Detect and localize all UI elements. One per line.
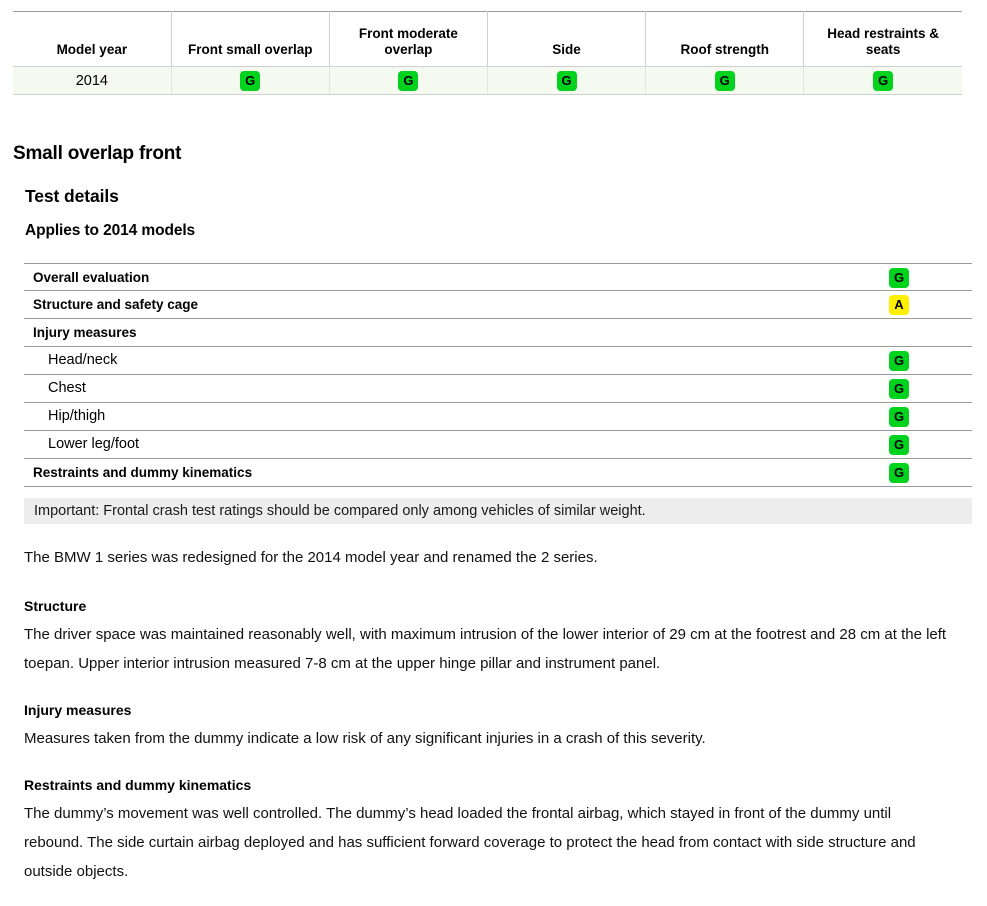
detail-row-label: Lower leg/foot: [48, 436, 140, 452]
rating-badge-g: G: [889, 407, 909, 427]
detail-row-rating: G: [889, 463, 909, 483]
body-block-text: The driver space was maintained reasonab…: [24, 626, 947, 672]
body-block-text: The dummy’s movement was well controlled…: [24, 805, 916, 880]
detail-row: Head/neck G: [24, 347, 972, 375]
body-block: Restraints and dummy kinematics The dummy…: [24, 773, 954, 886]
rating-badge-a: A: [889, 295, 909, 315]
detail-row-rating: G: [889, 379, 909, 399]
detail-evaluation-list: Overall evaluation G Structure and safety …: [24, 263, 972, 487]
table-header-row: Model year Front small overlap Front moder…: [13, 11, 962, 67]
detail-row-rating: G: [889, 407, 909, 427]
body-block: Structure The driver space was maintained…: [24, 594, 954, 678]
applies-to-label: Applies to 2014 models: [25, 222, 196, 239]
body-block: Injury measures Measures taken from the d…: [24, 698, 954, 753]
detail-row: Injury measures: [24, 319, 972, 347]
column-header: Model year: [13, 11, 172, 67]
rating-badge-g: G: [398, 70, 419, 91]
detail-row-label: Hip/thigh: [48, 408, 106, 424]
detail-row: Hip/thigh G: [24, 403, 972, 431]
ratings-table: Model year Front small overlap Front moder…: [13, 11, 962, 95]
detail-row-rating: A: [889, 295, 909, 315]
column-header: Roof strength: [645, 11, 805, 67]
rating-badge-g: G: [873, 70, 894, 91]
detail-row-label: Structure and safety cage: [33, 297, 199, 312]
ratings-table-header: Model year Front small overlap Front moder…: [13, 11, 962, 67]
column-header: Front moderate overlap: [329, 11, 488, 67]
column-header: Side: [487, 11, 647, 67]
body-block-heading: Restraints and dummy kinematics: [24, 777, 252, 793]
detail-row-rating: G: [889, 268, 909, 288]
table-row: 2014 G G G G G: [13, 66, 962, 95]
rating-badge-g: G: [889, 351, 909, 371]
detail-row-rating: G: [889, 435, 909, 455]
detail-row-rating: G: [889, 351, 909, 371]
detail-row-label: Overall evaluation: [33, 270, 150, 285]
summary-ratings-table: Model year Front small overlap Front moder…: [13, 11, 962, 95]
detail-row: Structure and safety cage A: [24, 291, 972, 319]
detail-row: Lower leg/foot G: [24, 431, 972, 459]
intro-paragraph: The BMW 1 series was redesigned for the …: [24, 549, 598, 566]
detail-row: Chest G: [24, 375, 972, 403]
important-note-text: Important: Frontal crash test ratings sh…: [34, 503, 646, 519]
rating-cell: G: [803, 66, 962, 95]
detail-row-label: Restraints and dummy kinematics: [33, 465, 253, 480]
page-title: Small overlap front: [13, 143, 182, 164]
rating-cell: G: [487, 66, 647, 95]
detail-row: Overall evaluation G: [24, 263, 972, 291]
rating-badge-g: G: [889, 379, 909, 399]
body-blocks: Structure The driver space was maintained…: [24, 594, 954, 886]
rating-badge-g: G: [556, 70, 577, 91]
detail-row-label: Injury measures: [33, 325, 137, 340]
rating-badge-g: G: [714, 70, 735, 91]
body-block-heading: Structure: [24, 598, 87, 614]
body-block-heading: Injury measures: [24, 702, 132, 718]
body-copy: The BMW 1 series was redesigned for the …: [24, 543, 954, 906]
detail-row: Restraints and dummy kinematics G: [24, 459, 972, 487]
column-header: Head restraints & seats: [803, 11, 962, 67]
rating-badge-g: G: [240, 70, 261, 91]
rating-badge-g: G: [889, 268, 909, 288]
ratings-table-body: 2014 G G G G G: [13, 66, 962, 95]
rating-badge-g: G: [889, 463, 909, 483]
important-note-bar: Important: Frontal crash test ratings sh…: [24, 498, 972, 524]
test-details-heading: Test details: [25, 186, 119, 206]
rating-badge-g: G: [889, 435, 909, 455]
model-year-cell: 2014: [13, 66, 172, 95]
detail-row-label: Chest: [48, 380, 86, 396]
column-header: Front small overlap: [171, 11, 330, 67]
rating-cell: G: [329, 66, 488, 95]
rating-cell: G: [645, 66, 805, 95]
detail-row-label: Head/neck: [48, 352, 118, 368]
rating-cell: G: [171, 66, 330, 95]
body-block-text: Measures taken from the dummy indicate a…: [24, 730, 706, 747]
